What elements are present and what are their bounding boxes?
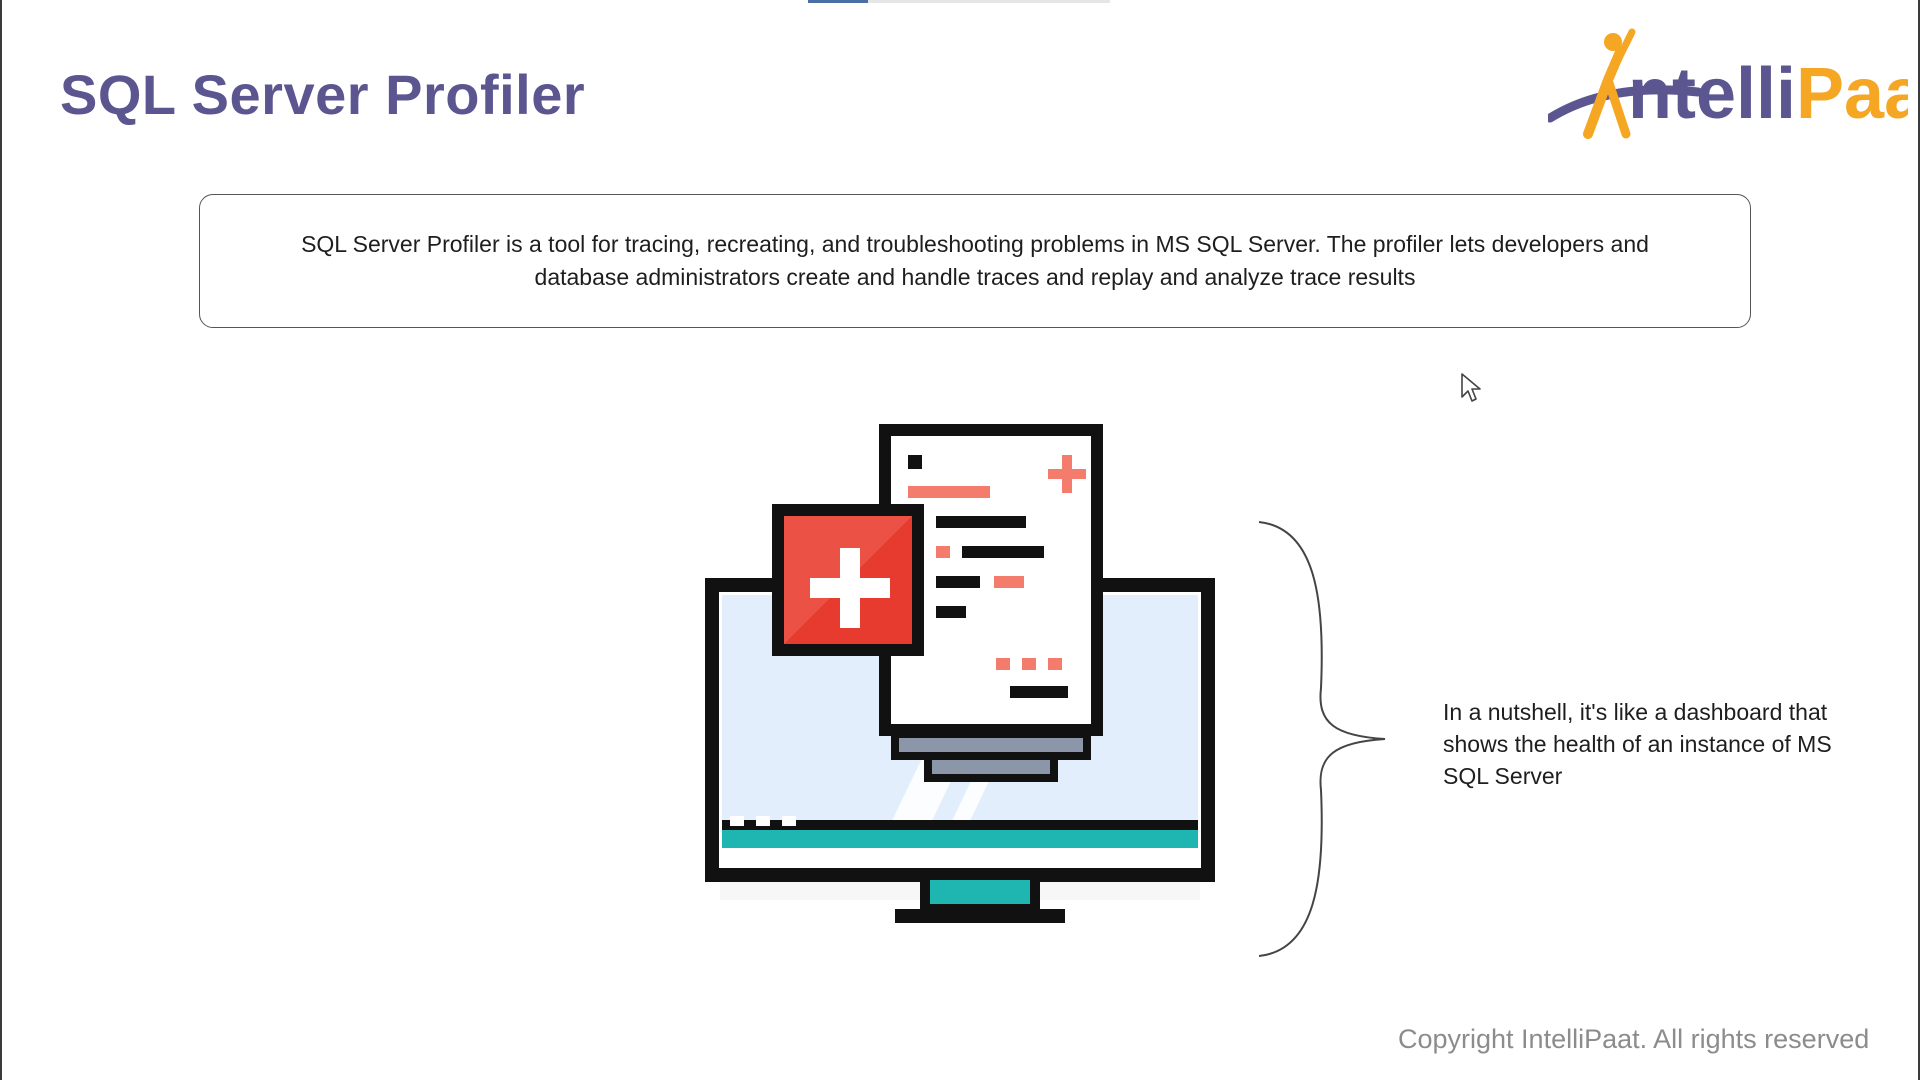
slide-progress-fill bbox=[808, 0, 869, 3]
frame-left-border bbox=[0, 0, 2, 1080]
logo-text-lead: ntelli bbox=[1628, 54, 1796, 134]
intellipaat-logo: ntelliPaat bbox=[1548, 28, 1908, 139]
slide-title: SQL Server Profiler bbox=[60, 63, 586, 126]
description-box: SQL Server Profiler is a tool for tracin… bbox=[199, 194, 1751, 328]
nutshell-summary-text: In a nutshell, it's like a dashboard tha… bbox=[1443, 699, 1832, 789]
logo-text-tail: Paat bbox=[1796, 54, 1908, 134]
mouse-pointer-icon bbox=[1461, 373, 1481, 402]
monitor-medical-report-icon bbox=[705, 424, 1215, 923]
copyright-text: Copyright IntelliPaat. All rights reserv… bbox=[1398, 1024, 1870, 1054]
slide-progress-bar bbox=[808, 0, 1110, 3]
description-text: SQL Server Profiler is a tool for tracin… bbox=[301, 231, 1649, 290]
svg-text:ntelliPaat: ntelliPaat bbox=[1628, 54, 1908, 134]
curly-brace-icon bbox=[1258, 521, 1386, 957]
